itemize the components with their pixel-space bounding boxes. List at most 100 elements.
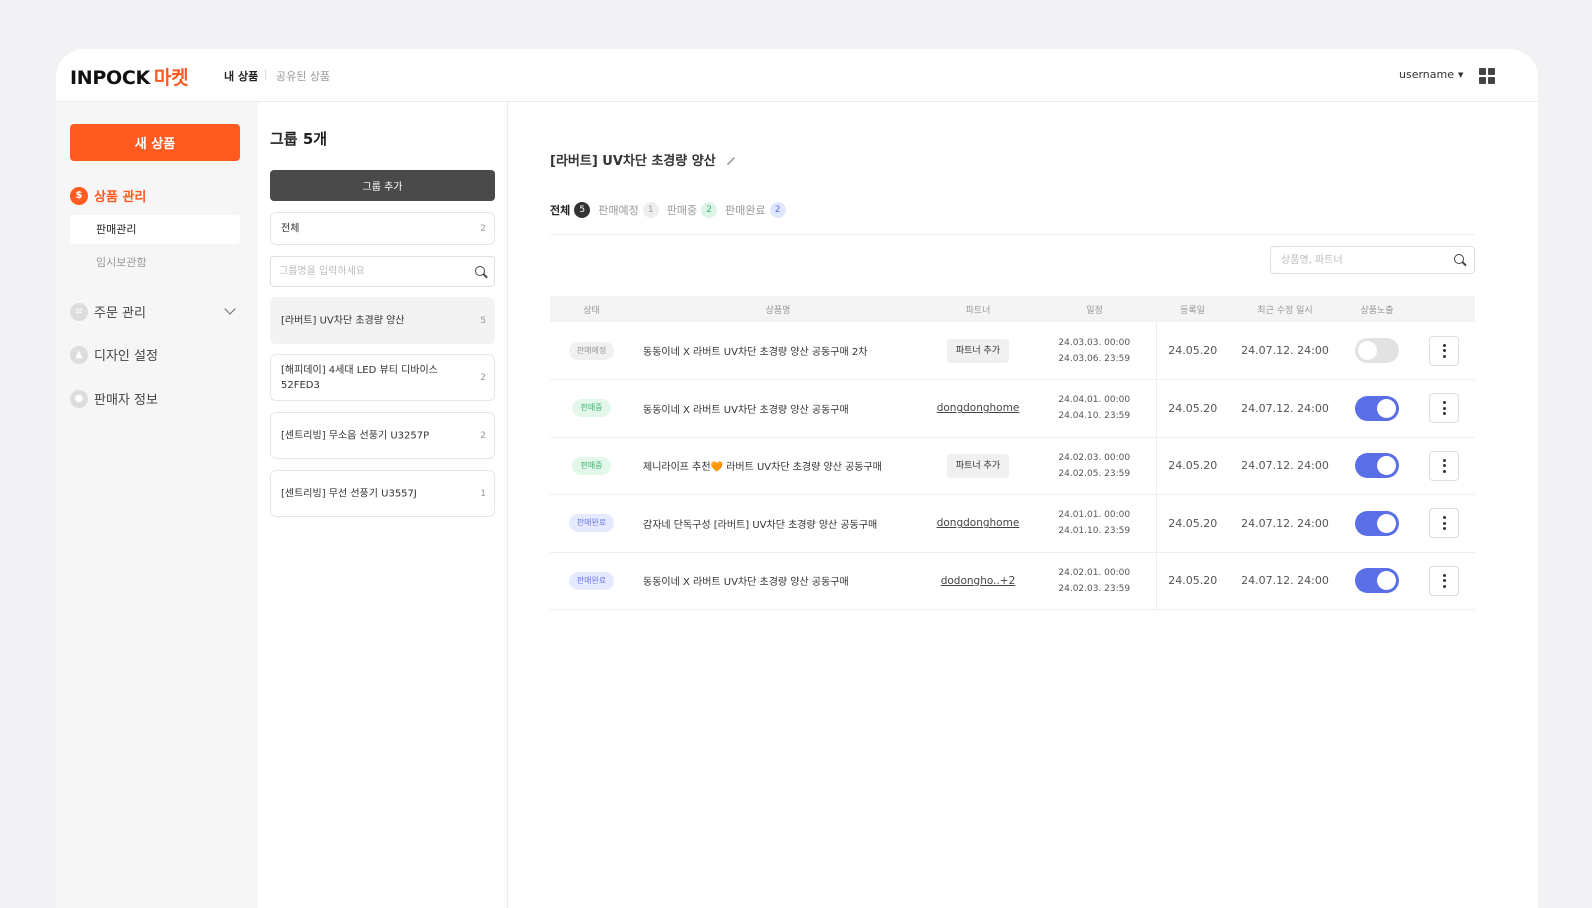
new-product-button[interactable]: 새 상품 <box>70 124 240 161</box>
group-count: 2 <box>480 223 486 234</box>
status-badge: 판매완료 <box>568 571 615 590</box>
tab-label: 판매예정 <box>598 204 639 217</box>
status-badge: 판매중 <box>572 456 611 475</box>
more-options-icon[interactable] <box>1429 335 1459 366</box>
visibility-toggle[interactable] <box>1355 453 1399 479</box>
schedule-end: 24.02.05. 23:59 <box>1058 468 1131 479</box>
group-count: 1 <box>480 488 486 499</box>
registered-date: 24.05.20 <box>1156 379 1229 438</box>
sidebar-item-label: 디자인 설정 <box>94 349 158 364</box>
sidebar-item-label: 판매자 정보 <box>94 393 158 408</box>
table-row[interactable]: 판매중 동동이네 X 라버트 UV차단 초경량 양산 공동구매 dongdong… <box>550 379 1475 438</box>
group-count: 2 <box>480 372 486 383</box>
column-header: 상품노출 <box>1360 305 1394 316</box>
schedule-end: 24.04.10. 23:59 <box>1058 411 1131 422</box>
visibility-toggle[interactable] <box>1355 510 1399 536</box>
product-search <box>1270 246 1475 274</box>
sidebar-item-label: 상품 관리 <box>94 190 147 205</box>
product-name[interactable]: 제니라이프 추천🧡 라버트 UV차단 초경량 양산 공동구매 <box>633 437 923 495</box>
nav-shared-products[interactable]: 공유된 상품 <box>276 68 330 84</box>
product-name[interactable]: 동동이네 X 라버트 UV차단 초경량 양산 공동구매 <box>633 379 923 438</box>
tab-label: 판매완료 <box>725 204 766 217</box>
visibility-toggle[interactable] <box>1355 338 1399 363</box>
main-content: [라버트] UV차단 초경량 양산 전체 5 판매예정 1 판매중 2 판매완료… <box>508 102 1538 908</box>
sidebar-item-seller-info[interactable]: ● 판매자 정보 <box>70 389 158 408</box>
add-group-button[interactable]: 그룹 추가 <box>270 170 495 201</box>
visibility-toggle[interactable] <box>1355 395 1399 421</box>
table-row[interactable]: 판매완료 감자네 단독구성 [라버트] UV차단 초경량 양산 공동구매 don… <box>550 494 1475 553</box>
visibility-toggle[interactable] <box>1355 568 1399 594</box>
table-row[interactable]: 판매예정 동동이네 X 라버트 UV차단 초경량 양산 공동구매 2차 파트너 … <box>550 322 1475 380</box>
list-icon: ≡ <box>70 302 88 321</box>
image-icon: ▲ <box>70 345 88 364</box>
add-partner-button[interactable]: 파트너 추가 <box>946 338 1010 363</box>
sidebar-item-order-management[interactable]: ≡ 주문 관리 <box>70 302 146 321</box>
registered-date: 24.05.20 <box>1156 494 1229 553</box>
group-item[interactable]: [센트리빙] 무소음 선풍기 U3257P 2 <box>270 412 495 459</box>
registered-date: 24.05.20 <box>1156 437 1229 495</box>
product-search-input[interactable] <box>1271 247 1446 273</box>
registered-date: 24.05.20 <box>1156 322 1229 380</box>
pencil-icon[interactable] <box>726 156 735 165</box>
search-icon[interactable] <box>475 266 487 278</box>
add-partner-button[interactable]: 파트너 추가 <box>946 453 1010 478</box>
grid-apps-icon[interactable] <box>1479 68 1495 84</box>
group-panel: 그룹 5개 그룹 추가 전체 2 [라버트] UV차단 초경량 양산 5 [해피… <box>258 102 508 908</box>
modified-date: 24.07.12. 24:00 <box>1229 322 1341 380</box>
user-icon: ● <box>70 389 88 408</box>
schedule-start: 24.02.03. 00:00 <box>1058 452 1131 463</box>
window-frame: INPOCK 마켓 내 상품 공유된 상품 username ▼ 새 상품 $ 상품… <box>0 0 1592 908</box>
logo-text: INPOCK <box>70 67 150 89</box>
table-row[interactable]: 판매완료 동동이네 X 라버트 UV차단 초경량 양산 공동구매 dodongh… <box>550 552 1475 610</box>
schedule-end: 24.01.10. 23:59 <box>1058 526 1131 537</box>
group-name: [라버트] UV차단 초경량 양산 <box>281 315 405 326</box>
dollar-icon: $ <box>70 186 88 205</box>
group-item[interactable]: [라버트] UV차단 초경량 양산 5 <box>270 297 495 344</box>
nav-my-products[interactable]: 내 상품 <box>224 68 258 84</box>
tab-completed[interactable]: 판매완료 2 <box>725 202 786 218</box>
group-name: [해피데이] 4세대 LED 뷰티 디바이스 52FED3 <box>281 364 438 391</box>
table-header-row: 상태 상품명 파트너 일정 등록일 최근 수정 일시 상품노출 <box>550 296 1475 322</box>
page-title: [라버트] UV차단 초경량 양산 <box>550 150 736 169</box>
status-badge: 판매예정 <box>568 341 615 360</box>
tab-on-sale[interactable]: 판매중 2 <box>667 202 718 218</box>
more-options-icon[interactable] <box>1429 565 1459 596</box>
table-row[interactable]: 판매중 제니라이프 추천🧡 라버트 UV차단 초경량 양산 공동구매 파트너 추… <box>550 437 1475 495</box>
tab-scheduled[interactable]: 판매예정 1 <box>598 202 659 218</box>
more-options-icon[interactable] <box>1429 393 1459 424</box>
column-header: 상품명 <box>765 305 791 316</box>
modified-date: 24.07.12. 24:00 <box>1229 379 1341 438</box>
modified-date: 24.07.12. 24:00 <box>1229 437 1341 495</box>
group-count-title: 그룹 5개 <box>270 130 328 148</box>
column-header-empty <box>1413 296 1475 322</box>
partner-link[interactable]: dodongho..+2 <box>941 575 1016 587</box>
sidebar-subitem-drafts[interactable]: 임시보관함 <box>70 248 240 277</box>
status-tabs: 전체 5 판매예정 1 판매중 2 판매완료 2 <box>550 202 794 218</box>
sidebar-item-design-settings[interactable]: ▲ 디자인 설정 <box>70 345 158 364</box>
group-item[interactable]: [센트리빙] 무선 선풍기 U3557J 1 <box>270 470 495 517</box>
product-name[interactable]: 동동이네 X 라버트 UV차단 초경량 양산 공동구매 <box>633 552 923 610</box>
more-options-icon[interactable] <box>1429 508 1459 539</box>
tab-all[interactable]: 전체 5 <box>550 202 591 218</box>
group-item[interactable]: [해피데이] 4세대 LED 뷰티 디바이스 52FED3 2 <box>270 354 495 401</box>
group-item-all[interactable]: 전체 2 <box>270 212 495 245</box>
group-name: [센트리빙] 무소음 선풍기 U3257P <box>281 430 430 441</box>
partner-link[interactable]: dongdonghome <box>937 402 1020 414</box>
logo[interactable]: INPOCK 마켓 <box>70 63 189 90</box>
caret-down-icon: ▼ <box>1458 71 1464 79</box>
group-search <box>270 256 495 287</box>
tab-count: 1 <box>642 202 659 218</box>
tab-count: 2 <box>701 202 718 218</box>
product-name[interactable]: 감자네 단독구성 [라버트] UV차단 초경량 양산 공동구매 <box>633 494 923 553</box>
search-icon[interactable] <box>1454 254 1466 266</box>
partner-link[interactable]: dongdonghome <box>937 517 1020 529</box>
sidebar-item-product-management[interactable]: $ 상품 관리 <box>70 186 146 205</box>
product-name[interactable]: 동동이네 X 라버트 UV차단 초경량 양산 공동구매 2차 <box>633 322 923 380</box>
chevron-down-icon[interactable] <box>224 303 236 315</box>
product-table: 상태 상품명 파트너 일정 등록일 최근 수정 일시 상품노출 판매예정 동동이… <box>550 296 1475 610</box>
more-options-icon[interactable] <box>1429 450 1459 481</box>
user-menu[interactable]: username ▼ <box>1399 68 1463 81</box>
tabs-divider <box>550 234 1475 235</box>
group-search-input[interactable] <box>271 257 461 286</box>
sidebar-subitem-sales[interactable]: 판매관리 <box>70 215 240 244</box>
